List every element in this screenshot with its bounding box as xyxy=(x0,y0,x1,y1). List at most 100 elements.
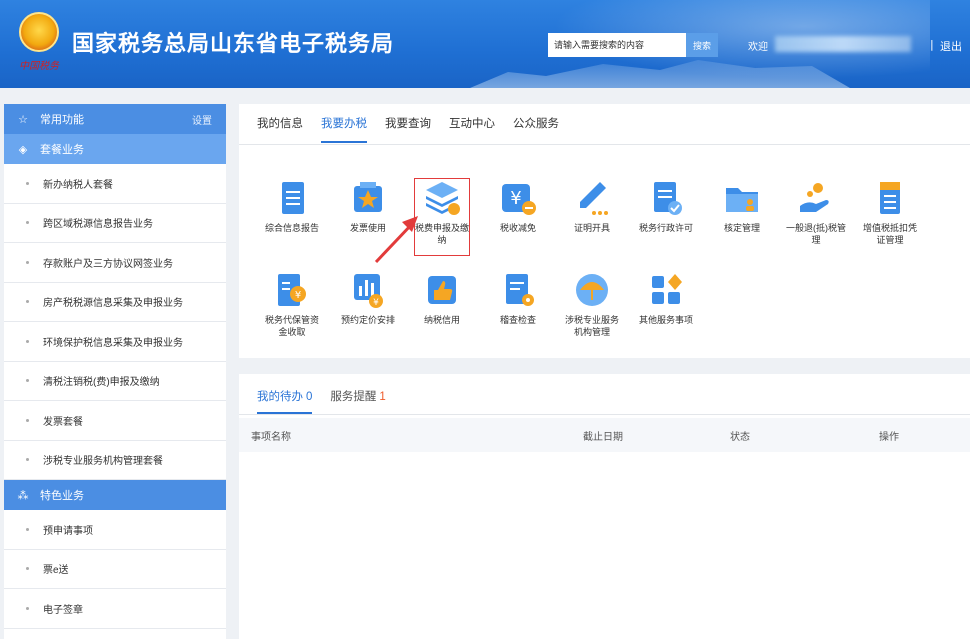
bullet-icon xyxy=(26,458,29,462)
welcome-text: 欢迎 xyxy=(748,42,768,53)
main-tab[interactable]: 互动中心 xyxy=(449,115,495,143)
bullet-icon xyxy=(26,606,29,610)
sidebar-package-item[interactable]: 涉税专业服务机构管理套餐 xyxy=(4,441,226,480)
service-function-button[interactable]: 税务行政许可 xyxy=(636,178,696,234)
service-function-label: 其他服务事项 xyxy=(638,315,693,325)
col-deadline: 截止日期 xyxy=(583,432,623,443)
bullet-icon xyxy=(26,221,29,225)
sidebar-item-label: 发票套餐 xyxy=(43,416,83,428)
search-button[interactable]: 搜索 xyxy=(686,33,718,57)
sidebar-package-item[interactable]: 新办纳税人套餐 xyxy=(4,164,226,204)
sidebar-head-package[interactable]: ◈ 套餐业务 xyxy=(4,134,226,164)
service-function-label: 税务行政许可 xyxy=(638,223,693,233)
sidebar-special-item[interactable]: 预申请事项 xyxy=(4,510,226,550)
bullet-icon xyxy=(26,418,29,422)
service-function-button[interactable]: ¥ 税收减免 xyxy=(488,178,548,234)
sidebar-item-label: 预申请事项 xyxy=(43,525,93,537)
logo-seal-text: 中国税务 xyxy=(19,61,59,72)
svg-text:¥: ¥ xyxy=(295,290,301,301)
main-tab[interactable]: 我的信息 xyxy=(257,115,303,143)
sidebar: ☆ 常用功能 设置 ◈ 套餐业务 新办纳税人套餐跨区域税源信息报告业务存款账户及… xyxy=(4,104,226,639)
sidebar-item-label: 电子签章 xyxy=(43,604,83,616)
col-item-name: 事项名称 xyxy=(251,432,291,443)
site-title: 国家税务总局山东省电子税务局 xyxy=(72,31,395,56)
service-function-label: 税收减免 xyxy=(499,223,536,233)
bullet-icon xyxy=(26,567,29,571)
main-tab[interactable]: 我要查询 xyxy=(385,115,431,143)
red-arrow-annotation xyxy=(374,216,418,264)
main-tabs: 我的信息 我要办税 我要查询 互动中心 公众服务 xyxy=(257,115,577,143)
star-icon: ☆ xyxy=(18,113,28,126)
col-status: 状态 xyxy=(730,432,750,443)
service-function-button[interactable]: 证明开具 xyxy=(562,178,622,234)
svg-text:¥: ¥ xyxy=(510,188,521,209)
sidebar-item-label: 票e送 xyxy=(43,565,69,577)
service-function-button[interactable]: 涉税专业服务机构管理 xyxy=(562,270,622,338)
todo-tab[interactable]: 服务提醒 1 xyxy=(330,388,385,414)
main-tab[interactable]: 我要办税 xyxy=(321,115,367,143)
service-function-label: 涉税专业服务机构管理 xyxy=(564,315,619,337)
header-divider: | xyxy=(930,38,934,51)
sidebar-package-item[interactable]: 清税注销税(费)申报及缴纳 xyxy=(4,362,226,401)
service-function-label: 一般退(抵)税管理 xyxy=(786,223,846,245)
todo-tab-label: 服务提醒 xyxy=(330,391,377,403)
grid-apps-icon xyxy=(646,270,686,310)
apps-icon: ⁂ xyxy=(17,489,29,502)
document-list-icon xyxy=(272,178,312,218)
service-function-button[interactable]: 稽查检查 xyxy=(488,270,548,326)
sidebar-head-special[interactable]: ⁂ 特色业务 xyxy=(4,480,226,510)
umbrella-icon xyxy=(572,270,612,310)
sidebar-package-item[interactable]: 发票套餐 xyxy=(4,401,226,441)
header-banner: 中国税务 国家税务总局山东省电子税务局 搜索 欢迎 | 退出 xyxy=(0,0,970,88)
sidebar-package-item[interactable]: 房产税税源信息采集及申报业务 xyxy=(4,283,226,322)
service-function-button[interactable]: 其他服务事项 xyxy=(636,270,696,326)
logout-link[interactable]: 退出 xyxy=(940,38,962,54)
service-function-button[interactable]: 综合信息报告 xyxy=(262,178,322,234)
service-function-label: 预约定价安排 xyxy=(340,315,395,325)
sidebar-package-item[interactable]: 跨区域税源信息报告业务 xyxy=(4,204,226,243)
todo-panel: 我的待办 0 服务提醒 1 事项名称 截止日期 状态 操作 xyxy=(239,374,970,639)
sidebar-package-item[interactable]: 环境保护税信息采集及申报业务 xyxy=(4,322,226,362)
bullet-icon xyxy=(26,339,29,343)
hand-coin-icon xyxy=(796,178,836,218)
bullet-icon xyxy=(26,300,29,304)
bullet-icon xyxy=(26,379,29,383)
sidebar-special-item[interactable]: 票e送 xyxy=(4,550,226,589)
service-function-button[interactable]: ¥ 预约定价安排 xyxy=(338,270,398,326)
bullet-icon xyxy=(26,527,29,531)
main-tab[interactable]: 公众服务 xyxy=(513,115,559,143)
service-function-button[interactable]: 核定管理 xyxy=(712,178,772,234)
sidebar-item-label: 新办纳税人套餐 xyxy=(43,179,113,191)
service-function-button[interactable]: ¥ 税务代保管资金收取 xyxy=(262,270,322,338)
thumbs-up-icon xyxy=(422,270,462,310)
receipt-icon xyxy=(870,178,910,218)
chart-yuan-icon: ¥ xyxy=(348,270,388,310)
document-check-icon xyxy=(646,178,686,218)
svg-text:¥: ¥ xyxy=(373,298,379,308)
sidebar-item-label: 环境保护税信息采集及申报业务 xyxy=(43,337,183,349)
col-action: 操作 xyxy=(879,432,899,443)
search-input[interactable] xyxy=(548,33,686,57)
sidebar-item-label: 清税注销税(费)申报及缴纳 xyxy=(43,377,160,389)
settings-link[interactable]: 设置 xyxy=(192,112,212,127)
todo-table-header: 事项名称 截止日期 状态 操作 xyxy=(239,418,970,452)
sidebar-special-item[interactable]: 电子签章 xyxy=(4,589,226,629)
todo-tab-label: 我的待办 xyxy=(257,391,303,403)
sidebar-head-label: 特色业务 xyxy=(40,490,84,502)
tax-emblem-logo[interactable]: 中国税务 xyxy=(16,12,62,76)
sidebar-head-common[interactable]: ☆ 常用功能 设置 xyxy=(4,104,226,134)
todo-count-badge: 0 xyxy=(306,391,313,403)
service-function-button[interactable]: 纳税信用 xyxy=(412,270,472,326)
todo-tab-divider xyxy=(239,414,970,415)
sidebar-item-label: 跨区域税源信息报告业务 xyxy=(43,219,153,231)
service-function-button[interactable]: 一般退(抵)税管理 xyxy=(786,178,846,246)
tab-divider xyxy=(239,144,970,145)
todo-tab[interactable]: 我的待办 0 xyxy=(257,388,313,414)
sidebar-item-label: 存款账户及三方协议网签业务 xyxy=(43,258,173,270)
service-function-label: 稽查检查 xyxy=(499,315,536,325)
document-coin-icon: ¥ xyxy=(272,270,312,310)
sidebar-package-item[interactable]: 存款账户及三方协议网签业务 xyxy=(4,243,226,283)
service-function-label: 证明开具 xyxy=(573,223,610,233)
service-function-label: 纳税信用 xyxy=(423,315,460,325)
service-function-button[interactable]: 增值税抵扣凭证管理 xyxy=(860,178,920,246)
